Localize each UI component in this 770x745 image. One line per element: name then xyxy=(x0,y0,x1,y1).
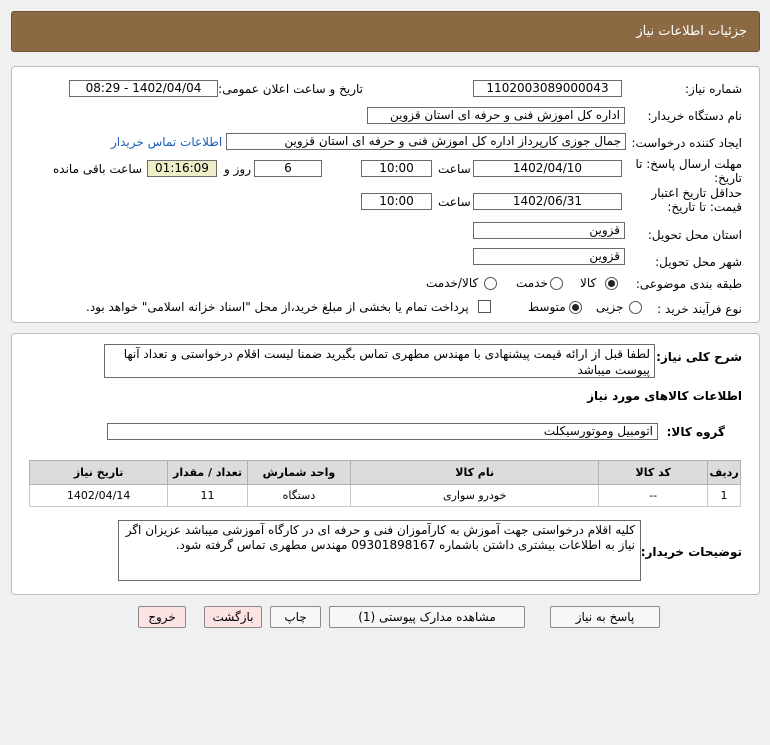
validity-label: حداقل تاریخ اعتبار xyxy=(651,186,742,200)
purchase-radio-medium[interactable] xyxy=(569,301,582,314)
cell-unit: دستگاه xyxy=(246,484,352,507)
reply-deadline-label-2: تاریخ: xyxy=(714,171,742,185)
col-row: ردیف xyxy=(707,460,741,485)
buyer-org-label: نام دستگاه خریدار: xyxy=(647,109,743,123)
city-field: قزوین xyxy=(473,248,625,265)
province-field: قزوین xyxy=(473,222,625,239)
cell-date: 1402/04/14 xyxy=(28,484,169,507)
city-label: شهر محل تحویل: xyxy=(655,255,742,269)
col-name: نام کالا xyxy=(350,460,600,485)
announce-label: تاریخ و ساعت اعلان عمومی: xyxy=(218,82,363,96)
announce-field: 1402/04/04 - 08:29 xyxy=(69,80,218,97)
cell-name: خودرو سواری xyxy=(350,484,600,507)
view-attachments-button[interactable]: مشاهده مدارک پیوستی (1) xyxy=(329,606,525,628)
exit-button[interactable]: خروج xyxy=(138,606,186,628)
remaining-time-field: 01:16:09 xyxy=(147,160,217,177)
col-date: تاریخ نیاز xyxy=(28,460,169,485)
category-label: طبقه بندی موضوعی: xyxy=(635,277,742,291)
category-option-goods: کالا xyxy=(580,276,597,290)
description-text: لطفا قبل از ارائه قیمت پیشنهادی با مهندس… xyxy=(123,347,650,377)
goods-table-header: ردیف کد کالا نام کالا واحد شمارش تعداد /… xyxy=(28,460,741,485)
purchase-option-medium: متوسط xyxy=(528,300,566,314)
back-button[interactable]: بازگشت xyxy=(204,606,262,628)
purchase-radio-minor[interactable] xyxy=(629,301,642,314)
col-unit: واحد شمارش xyxy=(246,460,352,485)
description-label: شرح کلی نیاز: xyxy=(656,350,742,364)
buyer-notes-field: کلیه اقلام درخواستی جهت آموزش به کارآموز… xyxy=(118,520,641,581)
remaining-label: ساعت باقی مانده xyxy=(53,162,143,176)
col-code: کد کالا xyxy=(598,460,709,485)
creator-label: ایجاد کننده درخواست: xyxy=(631,136,742,150)
creator-field: جمال جوزی کارپرداز اداره کل اموزش فنی و … xyxy=(226,133,626,150)
purchase-option-minor: جزیی xyxy=(596,300,624,314)
reply-deadline-label: مهلت ارسال پاسخ: تا xyxy=(635,157,742,171)
buyer-notes-text: کلیه اقلام درخواستی جهت آموزش به کارآموز… xyxy=(125,523,635,552)
reply-time-field: 10:00 xyxy=(361,160,432,177)
buyer-contact-link[interactable]: اطلاعات تماس خریدار xyxy=(111,135,222,149)
validity-time-label: ساعت xyxy=(438,195,471,209)
goods-section-title: اطلاعات کالاهای مورد نیاز xyxy=(587,389,742,403)
description-field: لطفا قبل از ارائه قیمت پیشنهادی با مهندس… xyxy=(104,344,655,378)
treasury-checkbox[interactable] xyxy=(478,300,491,313)
province-label: استان محل تحویل: xyxy=(647,228,742,242)
category-radio-goods[interactable] xyxy=(605,277,618,290)
category-radio-service[interactable] xyxy=(550,277,563,290)
goods-group-label: گروه کالا: xyxy=(666,425,725,439)
treasury-note: پرداخت تمام یا بخشی از مبلغ خرید،از محل … xyxy=(86,300,469,314)
category-option-goods-service: کالا/خدمت xyxy=(426,276,479,290)
reply-date-field: 1402/04/10 xyxy=(473,160,622,177)
validity-date-field: 1402/06/31 xyxy=(473,193,622,210)
validity-label-2: قیمت: تا تاریخ: xyxy=(667,200,742,214)
days-label: روز و xyxy=(224,162,251,176)
buyer-notes-label: توضیحات خریدار: xyxy=(640,545,742,559)
print-button[interactable]: چاپ xyxy=(270,606,321,628)
category-radio-goods-service[interactable] xyxy=(484,277,497,290)
reply-time-label: ساعت xyxy=(438,162,471,176)
need-number-label: شماره نیاز: xyxy=(685,82,742,96)
buyer-org-field: اداره کل اموزش فنی و حرفه ای استان قزوین xyxy=(367,107,625,124)
need-number-field: 1102003089000043 xyxy=(473,80,622,97)
col-qty: تعداد / مقدار xyxy=(167,460,248,485)
category-option-service: خدمت xyxy=(516,276,548,290)
table-row: 1 -- خودرو سواری دستگاه 11 1402/04/14 xyxy=(28,484,741,507)
goods-group-field: اتومبیل وموتورسیکلت xyxy=(107,423,658,440)
reply-button[interactable]: پاسخ به نیاز xyxy=(550,606,660,628)
days-field: 6 xyxy=(254,160,322,177)
validity-time-field: 10:00 xyxy=(361,193,432,210)
cell-qty: 11 xyxy=(167,484,248,507)
cell-code: -- xyxy=(598,484,709,507)
purchase-type-label: نوع فرآیند خرید : xyxy=(657,302,742,316)
cell-row: 1 xyxy=(707,484,741,507)
page-header: جزئیات اطلاعات نیاز xyxy=(11,11,760,52)
page-title: جزئیات اطلاعات نیاز xyxy=(636,24,747,39)
goods-table: ردیف کد کالا نام کالا واحد شمارش تعداد /… xyxy=(28,460,741,507)
